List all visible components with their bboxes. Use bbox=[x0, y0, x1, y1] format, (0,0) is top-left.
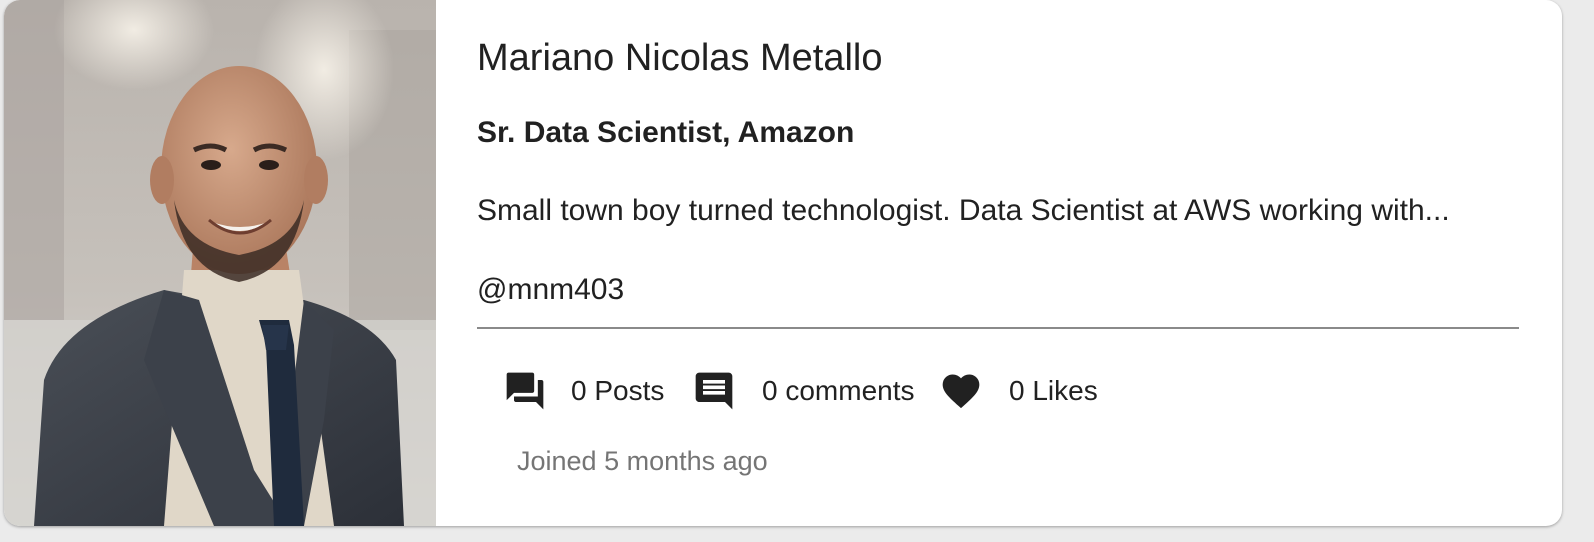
profile-card: Mariano Nicolas Metallo Sr. Data Scienti… bbox=[4, 0, 1562, 526]
likes-stat[interactable]: 0 Likes bbox=[939, 366, 1098, 416]
divider bbox=[477, 327, 1519, 329]
profile-photo bbox=[4, 0, 436, 526]
profile-handle[interactable]: @mnm403 bbox=[477, 272, 624, 308]
comment-icon bbox=[692, 369, 736, 413]
profile-stats: 0 Posts 0 comments 0 Likes bbox=[477, 366, 1519, 416]
profile-name[interactable]: Mariano Nicolas Metallo bbox=[477, 36, 883, 80]
profile-bio: Small town boy turned technologist. Data… bbox=[477, 194, 1450, 227]
comments-stat[interactable]: 0 comments bbox=[692, 366, 915, 416]
posts-stat[interactable]: 0 Posts bbox=[503, 366, 664, 416]
likes-count: 0 Likes bbox=[1009, 375, 1098, 406]
profile-content: Mariano Nicolas Metallo Sr. Data Scienti… bbox=[477, 0, 1519, 526]
heart-icon bbox=[939, 369, 983, 413]
posts-count: 0 Posts bbox=[571, 375, 665, 406]
profile-title: Sr. Data Scientist, Amazon bbox=[477, 116, 855, 149]
comments-count: 0 comments bbox=[762, 375, 915, 406]
forum-icon bbox=[503, 369, 547, 413]
joined-date: Joined 5 months ago bbox=[517, 446, 768, 476]
